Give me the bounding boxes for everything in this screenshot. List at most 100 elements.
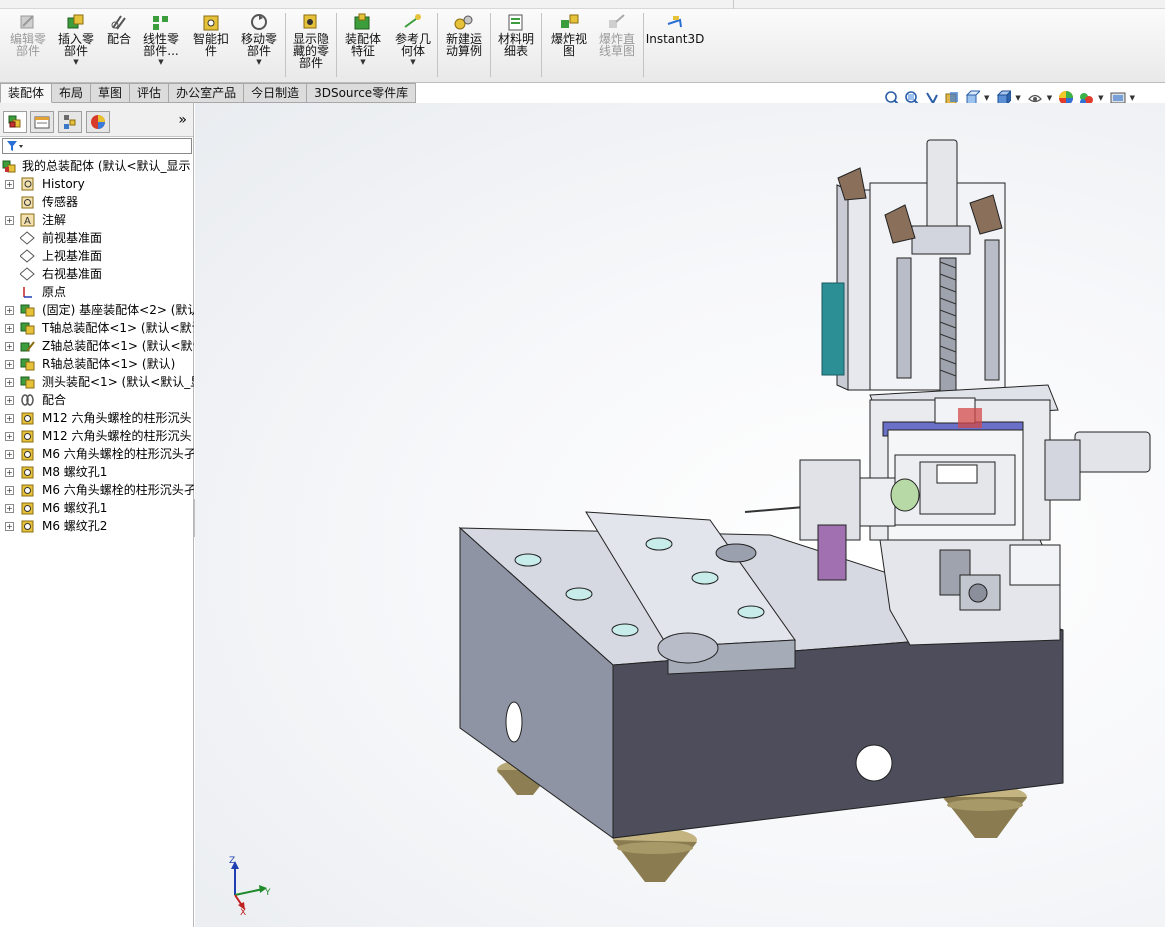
tree-item[interactable]: + M6 六角头螺栓的柱形沉头孑 bbox=[0, 445, 194, 463]
expand-toggle-icon[interactable]: + bbox=[5, 306, 14, 315]
assembly-features-button[interactable]: 装配体 特征 ▼ bbox=[342, 12, 384, 80]
ribbon-separator bbox=[490, 13, 491, 77]
history-icon bbox=[21, 177, 34, 191]
instant3d-button[interactable]: Instant3D bbox=[646, 12, 704, 80]
tab-assembly[interactable]: 装配体 bbox=[0, 83, 53, 103]
move-component-button[interactable]: 移动零 部件 ▼ bbox=[238, 12, 280, 80]
assembly-features-dropdown-icon[interactable]: ▼ bbox=[360, 58, 365, 66]
bill-of-materials-label: 材料明 细表 bbox=[497, 32, 534, 58]
tree-item[interactable]: + History bbox=[0, 175, 194, 193]
view-orientation-dropdown-icon[interactable]: ▼ bbox=[984, 94, 989, 102]
exploded-view-icon bbox=[561, 14, 579, 28]
expand-toggle-icon[interactable]: + bbox=[5, 324, 14, 333]
tree-item-label: 测头装配<1> (默认<默认_显 bbox=[42, 375, 194, 389]
hide-show-dropdown-icon[interactable]: ▼ bbox=[1047, 94, 1052, 102]
expand-toggle-icon[interactable]: + bbox=[5, 360, 14, 369]
edit-component-button[interactable]: 编辑零 部件 bbox=[8, 12, 48, 80]
tree-item[interactable]: 上视基准面 bbox=[0, 247, 194, 265]
tree-item[interactable]: + R轴总装配体<1> (默认) bbox=[0, 355, 194, 373]
tree-item[interactable]: 传感器 bbox=[0, 193, 194, 211]
tree-item[interactable]: + M6 螺纹孔2 bbox=[0, 517, 194, 535]
scene-dropdown-icon[interactable]: ▼ bbox=[1098, 94, 1103, 102]
smart-fasteners-label: 智能扣 件 bbox=[192, 32, 229, 58]
tree-item[interactable]: + M12 六角头螺栓的柱形沉头 bbox=[0, 409, 194, 427]
tab-3dsource[interactable]: 3DSource零件库 bbox=[307, 83, 417, 103]
new-motion-study-icon bbox=[454, 15, 473, 30]
feature-tree-tab[interactable] bbox=[3, 111, 27, 133]
property-manager-tab[interactable] bbox=[30, 111, 54, 133]
expand-toggle-icon[interactable]: + bbox=[5, 342, 14, 351]
triad-z-label: Z bbox=[229, 856, 235, 866]
expand-toggle-icon[interactable]: + bbox=[5, 216, 14, 225]
z-axis-column bbox=[821, 139, 1006, 399]
new-motion-study-button[interactable]: 新建运 动算例 bbox=[442, 12, 486, 80]
tree-item[interactable]: + M12 六角头螺栓的柱形沉头 bbox=[0, 427, 194, 445]
subassembly-edit-icon bbox=[20, 341, 35, 352]
ribbon-separator bbox=[541, 13, 542, 77]
expand-toggle-icon[interactable]: + bbox=[5, 414, 14, 423]
hole-icon bbox=[21, 466, 34, 479]
tree-item-label: T轴总装配体<1> (默认<默认 bbox=[42, 321, 194, 335]
tree-filter-field[interactable] bbox=[2, 138, 192, 154]
tree-item[interactable]: + M6 螺纹孔1 bbox=[0, 499, 194, 517]
smart-fasteners-button[interactable]: 智能扣 件 bbox=[190, 12, 232, 80]
tree-item-label: M6 六角头螺栓的柱形沉头孑 bbox=[42, 483, 194, 497]
expand-toggle-icon[interactable]: + bbox=[5, 450, 14, 459]
assembly-icon bbox=[2, 160, 16, 173]
tree-item-label: 注解 bbox=[42, 213, 67, 227]
display-manager-tab[interactable] bbox=[86, 111, 110, 133]
explode-line-sketch-button[interactable]: 爆炸直 线草图 bbox=[596, 12, 638, 80]
linear-component-pattern-button[interactable]: 线性零 部件... ▼ bbox=[140, 12, 182, 80]
display-style-dropdown-icon[interactable]: ▼ bbox=[1015, 94, 1020, 102]
expand-toggle-icon[interactable]: + bbox=[5, 504, 14, 513]
insert-components-label: 插入零 部件 bbox=[57, 32, 94, 58]
tree-item-label: 上视基准面 bbox=[42, 249, 103, 263]
view-settings-dropdown-icon[interactable]: ▼ bbox=[1130, 94, 1135, 102]
tree-item[interactable]: 原点 bbox=[0, 283, 194, 301]
insert-components-button[interactable]: 插入零 部件 ▼ bbox=[56, 12, 96, 80]
expand-toggle-icon[interactable]: + bbox=[5, 522, 14, 531]
tab-sketch[interactable]: 草图 bbox=[91, 83, 131, 103]
configuration-manager-tab[interactable] bbox=[58, 111, 82, 133]
tree-item[interactable]: + T轴总装配体<1> (默认<默认 bbox=[0, 319, 194, 337]
show-hidden-components-button[interactable]: 显示隐 藏的零 部件 bbox=[290, 12, 332, 80]
tree-item[interactable]: + (固定) 基座装配体<2> (默认 bbox=[0, 301, 194, 319]
tree-item[interactable]: + Z轴总装配体<1> (默认<默认 bbox=[0, 337, 194, 355]
expand-toggle-icon[interactable]: + bbox=[5, 378, 14, 387]
assembly-model[interactable] bbox=[195, 103, 1165, 927]
tab-layout[interactable]: 布局 bbox=[52, 83, 92, 103]
panel-more-icon[interactable]: » bbox=[178, 113, 187, 127]
expand-toggle-icon[interactable]: + bbox=[5, 396, 14, 405]
exploded-view-button[interactable]: 爆炸视 图 bbox=[548, 12, 590, 80]
graphics-area[interactable]: Z Y X bbox=[195, 103, 1165, 927]
tree-item[interactable]: + M6 六角头螺栓的柱形沉头孑 bbox=[0, 481, 194, 499]
bill-of-materials-button[interactable]: 材料明 细表 bbox=[496, 12, 536, 80]
tree-item[interactable]: + M8 螺纹孔1 bbox=[0, 463, 194, 481]
tree-item[interactable]: + 配合 bbox=[0, 391, 194, 409]
reference-geometry-button[interactable]: 参考几 何体 ▼ bbox=[392, 12, 434, 80]
top-strip-divider bbox=[733, 0, 734, 9]
tab-office-products[interactable]: 办公室产品 bbox=[169, 83, 245, 103]
expand-toggle-icon[interactable]: + bbox=[5, 468, 14, 477]
hole-icon bbox=[21, 430, 34, 443]
expand-toggle-icon[interactable]: + bbox=[5, 180, 14, 189]
tree-item[interactable]: 前视基准面 bbox=[0, 229, 194, 247]
assembly-features-label: 装配体 特征 bbox=[344, 32, 381, 58]
explode-line-sketch-icon bbox=[609, 14, 625, 28]
expand-toggle-icon[interactable]: + bbox=[5, 486, 14, 495]
tree-item[interactable]: 右视基准面 bbox=[0, 265, 194, 283]
linear-component-pattern-dropdown-icon[interactable]: ▼ bbox=[158, 58, 163, 66]
move-component-dropdown-icon[interactable]: ▼ bbox=[256, 58, 261, 66]
configuration-icon bbox=[64, 115, 76, 129]
tab-today-manufacturing[interactable]: 今日制造 bbox=[244, 83, 308, 103]
tab-evaluate[interactable]: 评估 bbox=[130, 83, 170, 103]
triad-x-label: X bbox=[240, 908, 246, 915]
insert-components-dropdown-icon[interactable]: ▼ bbox=[73, 58, 78, 66]
mate-button[interactable]: 配合 bbox=[104, 12, 134, 80]
tree-root-assembly[interactable]: 我的总装配体 (默认<默认_显示 bbox=[0, 157, 194, 175]
tree-item[interactable]: + 测头装配<1> (默认<默认_显 bbox=[0, 373, 194, 391]
reference-geometry-dropdown-icon[interactable]: ▼ bbox=[410, 58, 415, 66]
expand-toggle-icon[interactable]: + bbox=[5, 432, 14, 441]
tree-item[interactable]: + A 注解 bbox=[0, 211, 194, 229]
ribbon-separator bbox=[285, 13, 286, 77]
